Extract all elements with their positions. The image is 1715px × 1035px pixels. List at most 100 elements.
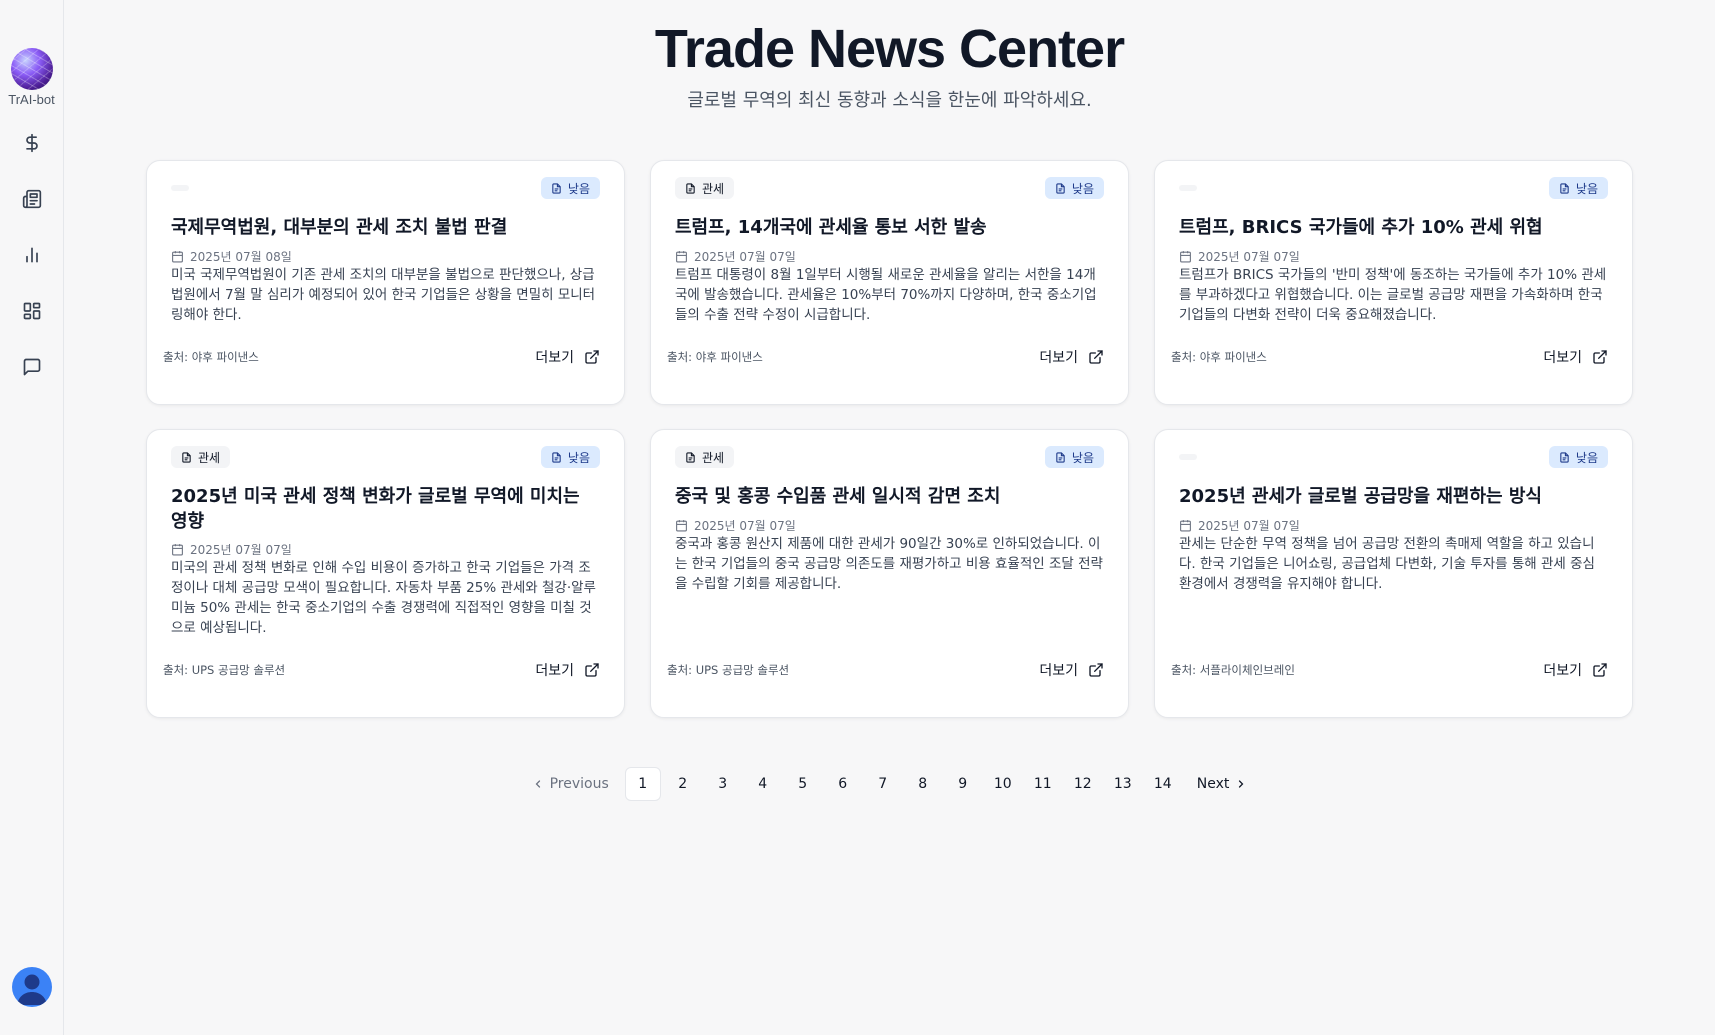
card-date: 2025년 07월 07일 bbox=[675, 248, 796, 265]
priority-label: 낮음 bbox=[567, 450, 590, 465]
document-icon bbox=[182, 451, 191, 463]
card-description: 중국과 홍콩 원산지 제품에 대한 관세가 90일간 30%로 인하되었습니다.… bbox=[675, 536, 1103, 592]
external-link-icon bbox=[585, 663, 599, 677]
page-subtitle: 글로벌 무역의 최신 동향과 소식을 한눈에 파악하세요. bbox=[687, 90, 1092, 111]
news-grid: 낮음 국제무역법원, 대부분의 관세 조치 불법 판결 2025년 07월 08… bbox=[146, 160, 1633, 718]
user-avatar[interactable] bbox=[12, 967, 52, 1007]
bar-chart-icon bbox=[25, 247, 38, 263]
calendar-icon bbox=[172, 251, 183, 263]
more-link[interactable]: 더보기 bbox=[535, 347, 600, 367]
document-icon bbox=[1056, 451, 1065, 463]
page-button-2[interactable]: 2 bbox=[665, 767, 701, 801]
sidebar-item-dashboard[interactable] bbox=[12, 291, 52, 331]
document-icon bbox=[1560, 182, 1569, 194]
dashboard-icon bbox=[23, 302, 40, 320]
news-card: 낮음 국제무역법원, 대부분의 관세 조치 불법 판결 2025년 07월 08… bbox=[146, 160, 625, 405]
page-button-5[interactable]: 5 bbox=[785, 767, 821, 801]
news-card: 낮음 트럼프, BRICS 국가들에 추가 10% 관세 위협 2025년 07… bbox=[1154, 160, 1633, 405]
category-badge bbox=[1179, 185, 1197, 191]
page-title: Trade News Center bbox=[654, 19, 1125, 79]
card-date: 2025년 07월 07일 bbox=[171, 541, 292, 558]
card-title: 트럼프, BRICS 국가들에 추가 10% 관세 위협 bbox=[1179, 217, 1543, 238]
category-label: 관세 bbox=[702, 450, 725, 465]
page-button-11[interactable]: 11 bbox=[1025, 767, 1061, 801]
card-title: 국제무역법원, 대부분의 관세 조치 불법 판결 bbox=[171, 217, 508, 238]
sidebar-item-chat[interactable] bbox=[12, 347, 52, 387]
external-link-icon bbox=[1593, 663, 1607, 677]
category-badge: 관세 bbox=[675, 446, 735, 468]
document-icon bbox=[1560, 451, 1569, 463]
logo-label: TrAI-bot bbox=[8, 92, 55, 107]
external-link-icon bbox=[1089, 663, 1103, 677]
main-content: Trade News Center 글로벌 무역의 최신 동향과 소식을 한눈에… bbox=[64, 0, 1715, 1035]
priority-badge: 낮음 bbox=[540, 446, 600, 468]
more-link[interactable]: 더보기 bbox=[1039, 347, 1104, 367]
page-button-14[interactable]: 14 bbox=[1145, 767, 1181, 801]
priority-label: 낮음 bbox=[1575, 181, 1598, 196]
card-description: 트럼프가 BRICS 국가들의 '반미 정책'에 동조하는 국가들에 추가 10… bbox=[1179, 267, 1607, 323]
category-badge: 관세 bbox=[675, 177, 735, 199]
priority-badge: 낮음 bbox=[540, 177, 600, 199]
document-icon bbox=[1056, 182, 1065, 194]
chevron-left-icon bbox=[535, 780, 540, 788]
card-date: 2025년 07월 08일 bbox=[171, 248, 292, 265]
page-button-3[interactable]: 3 bbox=[705, 767, 741, 801]
page-button-8[interactable]: 8 bbox=[905, 767, 941, 801]
page-button-6[interactable]: 6 bbox=[825, 767, 861, 801]
priority-badge: 낮음 bbox=[1044, 446, 1104, 468]
chevron-right-icon bbox=[1239, 780, 1244, 788]
page-button-4[interactable]: 4 bbox=[745, 767, 781, 801]
priority-label: 낮음 bbox=[1071, 450, 1094, 465]
sidebar-item-news[interactable] bbox=[12, 179, 52, 219]
trai-bot-logo[interactable] bbox=[10, 48, 53, 90]
priority-badge: 낮음 bbox=[1548, 177, 1608, 199]
card-source: 출처: 야후 파이낸스 bbox=[1171, 350, 1267, 364]
priority-label: 낮음 bbox=[1575, 450, 1598, 465]
card-description: 트럼프 대통령이 8월 1일부터 시행될 새로운 관세율을 알리는 서한을 14… bbox=[675, 267, 1097, 323]
next-button[interactable]: Next bbox=[1185, 767, 1260, 801]
card-date: 2025년 07월 07일 bbox=[675, 517, 796, 534]
page-button-13[interactable]: 13 bbox=[1105, 767, 1141, 801]
dollar-icon bbox=[25, 133, 38, 153]
message-icon bbox=[23, 358, 40, 376]
previous-button[interactable]: Previous bbox=[520, 767, 621, 801]
sidebar: TrAI-bot bbox=[0, 0, 64, 1035]
card-title: 중국 및 홍콩 수입품 관세 일시적 감면 조치 bbox=[675, 486, 1001, 507]
news-card: 관세 낮음 2025년 미국 관세 정책 변화가 글로벌 무역에 미치는 영향 … bbox=[146, 429, 625, 718]
more-link[interactable]: 더보기 bbox=[535, 660, 600, 680]
card-source: 출처: UPS 공급망 솔루션 bbox=[667, 663, 790, 677]
category-badge bbox=[1179, 454, 1197, 460]
page-button-9[interactable]: 9 bbox=[945, 767, 981, 801]
newspaper-icon bbox=[22, 189, 41, 209]
card-title: 2025년 관세가 글로벌 공급망을 재편하는 방식 bbox=[1179, 486, 1542, 507]
card-title: 2025년 미국 관세 정책 변화가 글로벌 무역에 미치는 영향 bbox=[171, 486, 580, 532]
pagination: Previous 1 2 3 4 5 6 7 8 9 10 11 12 13 1… bbox=[64, 767, 1715, 801]
document-icon bbox=[686, 451, 695, 463]
document-icon bbox=[552, 182, 561, 194]
more-link[interactable]: 더보기 bbox=[1039, 660, 1104, 680]
calendar-icon bbox=[676, 520, 687, 532]
calendar-icon bbox=[172, 544, 183, 556]
category-label: 관세 bbox=[198, 450, 221, 465]
user-icon bbox=[17, 974, 47, 1005]
sidebar-item-stats[interactable] bbox=[12, 235, 52, 275]
page-button-1[interactable]: 1 bbox=[624, 767, 661, 801]
page-button-10[interactable]: 10 bbox=[985, 767, 1021, 801]
card-date: 2025년 07월 07일 bbox=[1179, 248, 1300, 265]
page-button-12[interactable]: 12 bbox=[1065, 767, 1101, 801]
more-link[interactable]: 더보기 bbox=[1543, 660, 1608, 680]
page-button-7[interactable]: 7 bbox=[865, 767, 901, 801]
card-source: 출처: 야후 파이낸스 bbox=[667, 350, 763, 364]
external-link-icon bbox=[1593, 350, 1607, 364]
calendar-icon bbox=[676, 251, 687, 263]
category-label: 관세 bbox=[702, 181, 725, 196]
more-link[interactable]: 더보기 bbox=[1543, 347, 1608, 367]
sidebar-item-dollar[interactable] bbox=[12, 123, 52, 163]
priority-badge: 낮음 bbox=[1044, 177, 1104, 199]
card-description: 미국 국제무역법원이 기존 관세 조치의 대부분을 불법으로 판단했으나, 상급… bbox=[171, 267, 596, 323]
external-link-icon bbox=[585, 350, 599, 364]
card-source: 출처: 야후 파이낸스 bbox=[163, 350, 259, 364]
card-source: 출처: UPS 공급망 솔루션 bbox=[163, 663, 286, 677]
document-icon bbox=[552, 451, 561, 463]
card-description: 관세는 단순한 무역 정책을 넘어 공급망 전환의 촉매제 역할을 하고 있습니… bbox=[1179, 536, 1595, 592]
